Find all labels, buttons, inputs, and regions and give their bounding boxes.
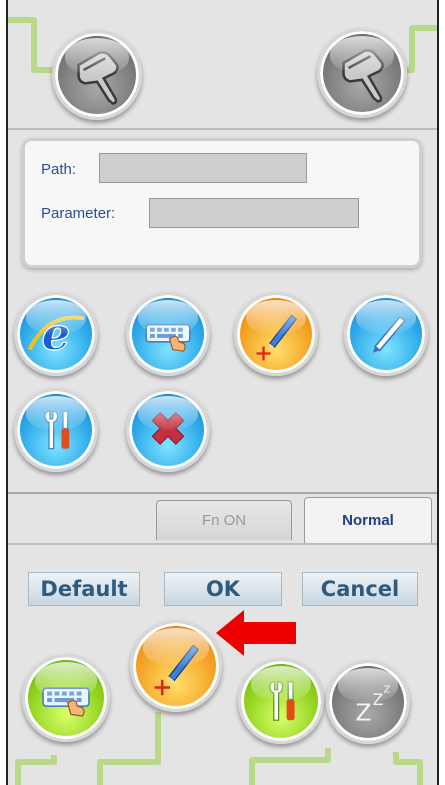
ok-button[interactable]: OK	[164, 572, 282, 606]
sleep-button[interactable]: Z Z Z	[326, 660, 410, 744]
keyboard-touch-icon	[145, 323, 191, 352]
pen-target-icon	[154, 644, 200, 696]
svg-text:Z: Z	[356, 699, 372, 727]
path-field[interactable]	[99, 153, 307, 183]
pen-button[interactable]	[344, 292, 428, 376]
parameter-field[interactable]	[149, 198, 359, 228]
scanner-button-right[interactable]	[317, 28, 407, 118]
default-button[interactable]: Default	[28, 572, 140, 606]
svg-text:e: e	[42, 308, 71, 361]
keyboard-touch-icon	[42, 687, 90, 717]
divider	[8, 128, 437, 130]
delete-icon	[151, 412, 185, 445]
keyboard-button[interactable]	[126, 292, 210, 376]
tab-fn-on[interactable]: Fn ON	[156, 500, 292, 540]
parameter-label: Parameter:	[41, 205, 116, 222]
cancel-button[interactable]: Cancel	[302, 572, 418, 606]
browser-button[interactable]: e	[14, 292, 98, 376]
path-label: Path:	[41, 161, 77, 178]
pen-icon	[372, 315, 406, 353]
delete-button[interactable]	[126, 388, 210, 472]
scanner-icon	[77, 51, 119, 105]
arrow-indicator	[216, 610, 296, 656]
tools-icon	[269, 681, 295, 721]
svg-text:Z: Z	[384, 685, 391, 696]
browser-icon: e	[27, 307, 85, 361]
pen-target-icon	[256, 314, 298, 361]
bottom-pen-target-button[interactable]	[130, 620, 222, 712]
bottom-tools-button[interactable]	[238, 658, 324, 744]
tab-normal[interactable]: Normal	[304, 497, 432, 543]
tools-button[interactable]	[14, 388, 98, 472]
scanner-button-left[interactable]	[52, 30, 142, 120]
path-panel: Path: Parameter:	[22, 138, 422, 268]
bottom-keyboard-button[interactable]	[22, 654, 110, 742]
scanner-icon	[342, 49, 384, 103]
svg-text:Z: Z	[373, 691, 384, 709]
tools-icon	[44, 410, 70, 450]
pen-target-button[interactable]	[234, 292, 318, 376]
app-window: Path: Parameter: e Fn ON Normal Default …	[6, 0, 439, 785]
sleep-icon: Z Z Z	[356, 685, 391, 727]
tab-bar-line	[8, 492, 437, 494]
